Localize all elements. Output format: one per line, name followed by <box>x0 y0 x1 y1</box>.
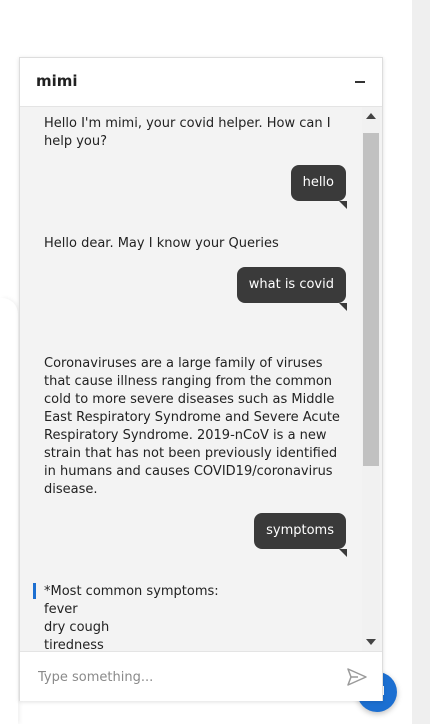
scroll-down-arrow-icon[interactable] <box>366 639 376 645</box>
symptom-item: tiredness <box>44 638 104 651</box>
symptom-item: dry cough <box>44 620 110 635</box>
bot-message: Hello dear. May I know your Queries <box>44 236 279 251</box>
send-button[interactable] <box>346 666 368 688</box>
background-panel-edge <box>0 298 18 724</box>
scroll-thumb[interactable] <box>363 133 379 466</box>
message-input-bar <box>20 651 382 701</box>
user-message-bubble: what is covid <box>236 267 348 311</box>
message-scrollbar[interactable] <box>362 107 380 651</box>
minus-icon <box>355 81 365 83</box>
minimize-button[interactable] <box>350 72 370 92</box>
message-accent-bar <box>33 583 36 599</box>
scroll-up-arrow-icon[interactable] <box>366 113 376 119</box>
send-arrow-icon <box>347 668 367 686</box>
message-input[interactable] <box>36 665 330 689</box>
symptoms-heading: *Most common symptoms: <box>44 584 219 599</box>
page-scroll-strip <box>412 0 430 724</box>
message-list: Hello I'm mimi, your covid helper. How c… <box>20 107 362 651</box>
user-message-bubble: symptoms <box>254 513 347 557</box>
chat-window: mimi Hello I'm mimi, your covid helper. … <box>19 57 383 701</box>
bot-message: Hello I'm mimi, your covid helper. How c… <box>44 116 331 149</box>
user-message-bubble: hello <box>290 165 348 209</box>
chat-header: mimi <box>20 58 382 107</box>
symptom-item: fever <box>44 602 78 617</box>
bot-message-symptoms: *Most common symptoms: fever dry cough t… <box>44 583 344 651</box>
chat-title: mimi <box>36 72 78 90</box>
bot-message: Coronaviruses are a large family of viru… <box>44 356 340 497</box>
